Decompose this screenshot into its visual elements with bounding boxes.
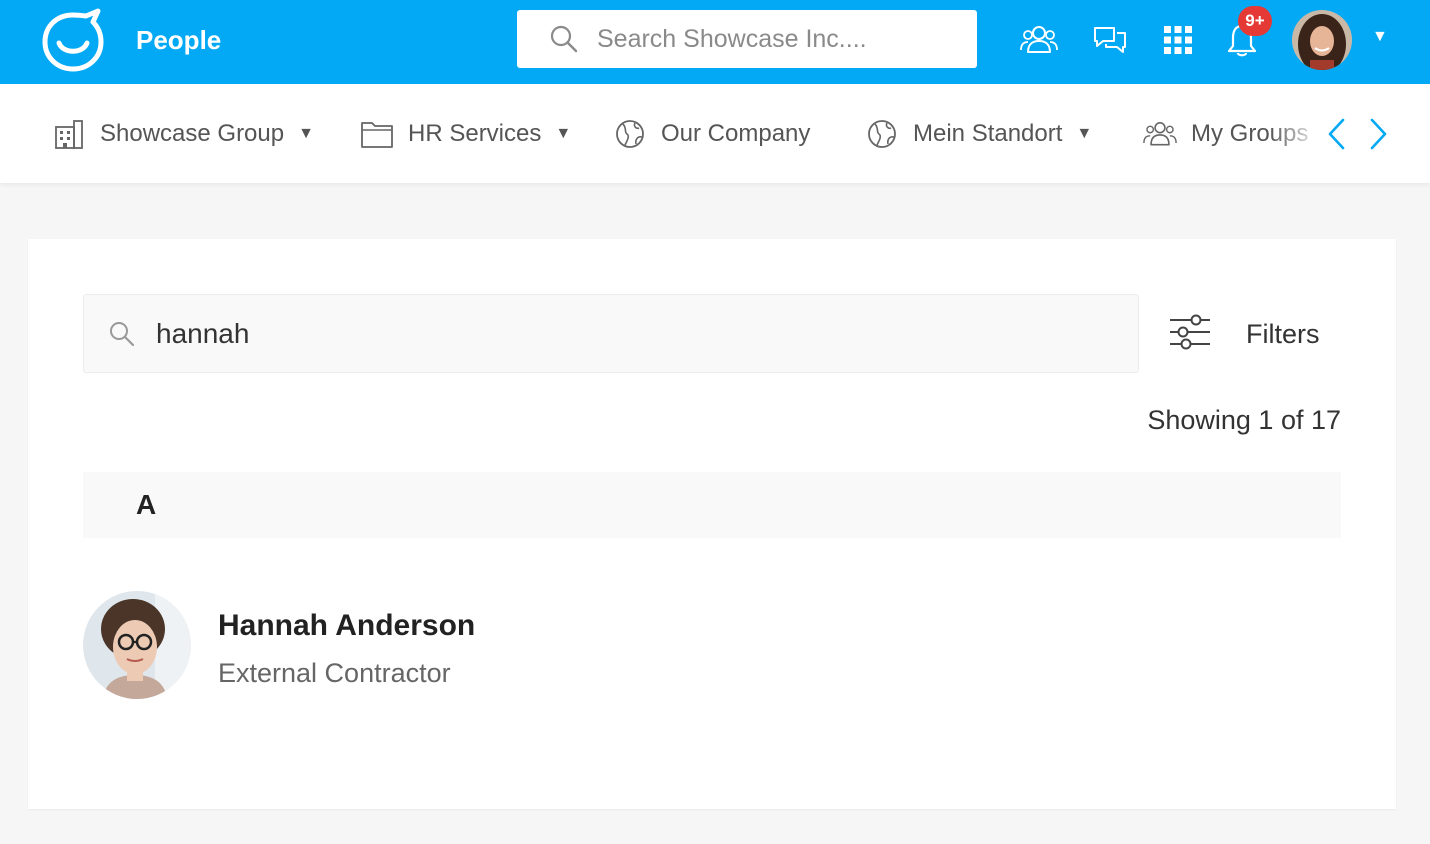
folder-icon [360, 117, 394, 151]
people-search-input[interactable] [156, 315, 1056, 353]
nav-item-mein-standort[interactable]: Mein Standort ▼ [865, 114, 1092, 154]
people-search-box[interactable] [83, 294, 1139, 373]
filters-label: Filters [1246, 318, 1320, 349]
person-list-item[interactable]: Hannah Anderson External Contractor [83, 589, 683, 701]
global-search-box[interactable] [517, 10, 977, 68]
chevron-right-icon[interactable] [1363, 114, 1393, 154]
nav-item-our-company[interactable]: Our Company [613, 114, 810, 154]
nav-fade-overlay [1270, 84, 1330, 183]
person-role: External Contractor [218, 658, 451, 688]
nav-item-label: Mein Standort [913, 120, 1063, 147]
person-name[interactable]: Hannah Anderson [218, 609, 475, 643]
filters-button[interactable]: Filters [1168, 311, 1320, 357]
chevron-left-icon[interactable] [1322, 114, 1352, 154]
caret-down-icon: ▼ [298, 125, 314, 142]
groups-icon [1143, 117, 1177, 151]
people-directory-card: Filters Showing 1 of 17 A Hannah Anderso… [28, 239, 1396, 809]
globe-icon [613, 117, 647, 151]
profile-avatar[interactable] [1292, 10, 1352, 70]
caret-down-icon: ▼ [555, 125, 572, 142]
nav-item-label: HR Services [408, 120, 542, 147]
sliders-icon [1170, 314, 1210, 350]
top-bar: People Search Showcase Inc.... 9+ ▼ [0, 0, 1430, 84]
chat-icon[interactable] [1088, 18, 1132, 62]
search-icon [110, 322, 135, 347]
nav-item-label: Showcase Group [100, 120, 285, 147]
results-count: Showing 1 of 17 [1147, 405, 1341, 435]
community-nav-bar: Showcase Group ▼ HR Services ▼ Our Compa… [0, 84, 1430, 183]
nav-item-hr-services[interactable]: HR Services ▼ [360, 114, 571, 154]
search-icon [550, 25, 578, 53]
caret-down-icon: ▼ [1076, 125, 1093, 142]
nav-item-label: Our Company [661, 120, 811, 147]
groups-icon[interactable] [1017, 18, 1061, 62]
nav-item-showcase-group[interactable]: Showcase Group ▼ [52, 114, 314, 154]
notification-badge: 9+ [1238, 6, 1272, 36]
person-avatar[interactable] [83, 591, 191, 699]
section-letter: A [136, 489, 157, 520]
building-icon [52, 117, 86, 151]
caret-down-icon[interactable]: ▼ [1372, 28, 1388, 46]
globe-icon [865, 117, 899, 151]
app-title: People [136, 25, 222, 55]
logo-icon[interactable] [40, 8, 106, 72]
apps-grid-icon[interactable] [1156, 18, 1200, 62]
global-search-input[interactable] [597, 22, 957, 56]
section-header: A [83, 472, 1341, 538]
